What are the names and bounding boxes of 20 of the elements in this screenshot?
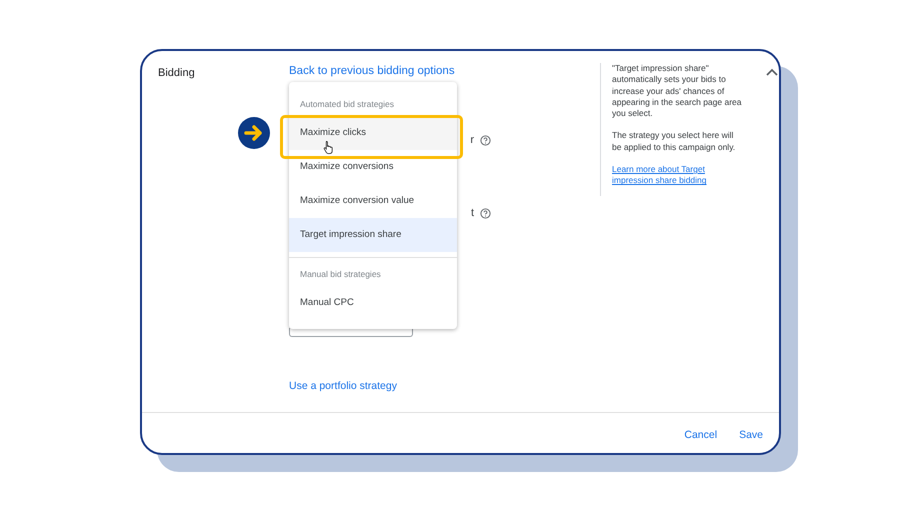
- help-text: "Target impression share" automatically sets your bids to increase your ads' chances of appearing in the search page area you select.: [612, 63, 742, 120]
- group-header: Manual bid strategies: [299, 268, 382, 281]
- footer-button[interactable]: Save: [729, 425, 765, 441]
- hand-cursor-icon: [323, 140, 335, 154]
- menu-option[interactable]: Manual CPC: [289, 286, 457, 320]
- menu-option[interactable]: Target impression share: [289, 218, 457, 252]
- learn-more-link[interactable]: Learn more about Target impression share bidding: [612, 164, 724, 187]
- field-label: r: [470, 134, 474, 146]
- menu-option[interactable]: Maximize conversions: [289, 150, 457, 184]
- help-text: The strategy you select here will be applied to this campaign only.: [612, 130, 736, 154]
- footer-button[interactable]: Cancel: [674, 425, 720, 441]
- group-header: Automated bid strategies: [299, 98, 396, 111]
- help-icon[interactable]: [480, 134, 491, 146]
- help-icon[interactable]: [480, 208, 491, 218]
- section-title: Bidding: [158, 67, 195, 79]
- portfolio-link[interactable]: Use a portfolio strategy: [289, 378, 397, 394]
- chevron-icon[interactable]: [765, 67, 779, 77]
- menu-option[interactable]: Maximize conversion value: [289, 184, 457, 218]
- back-link[interactable]: Back to previous bidding options: [289, 63, 455, 79]
- field-label: t: [470, 207, 474, 219]
